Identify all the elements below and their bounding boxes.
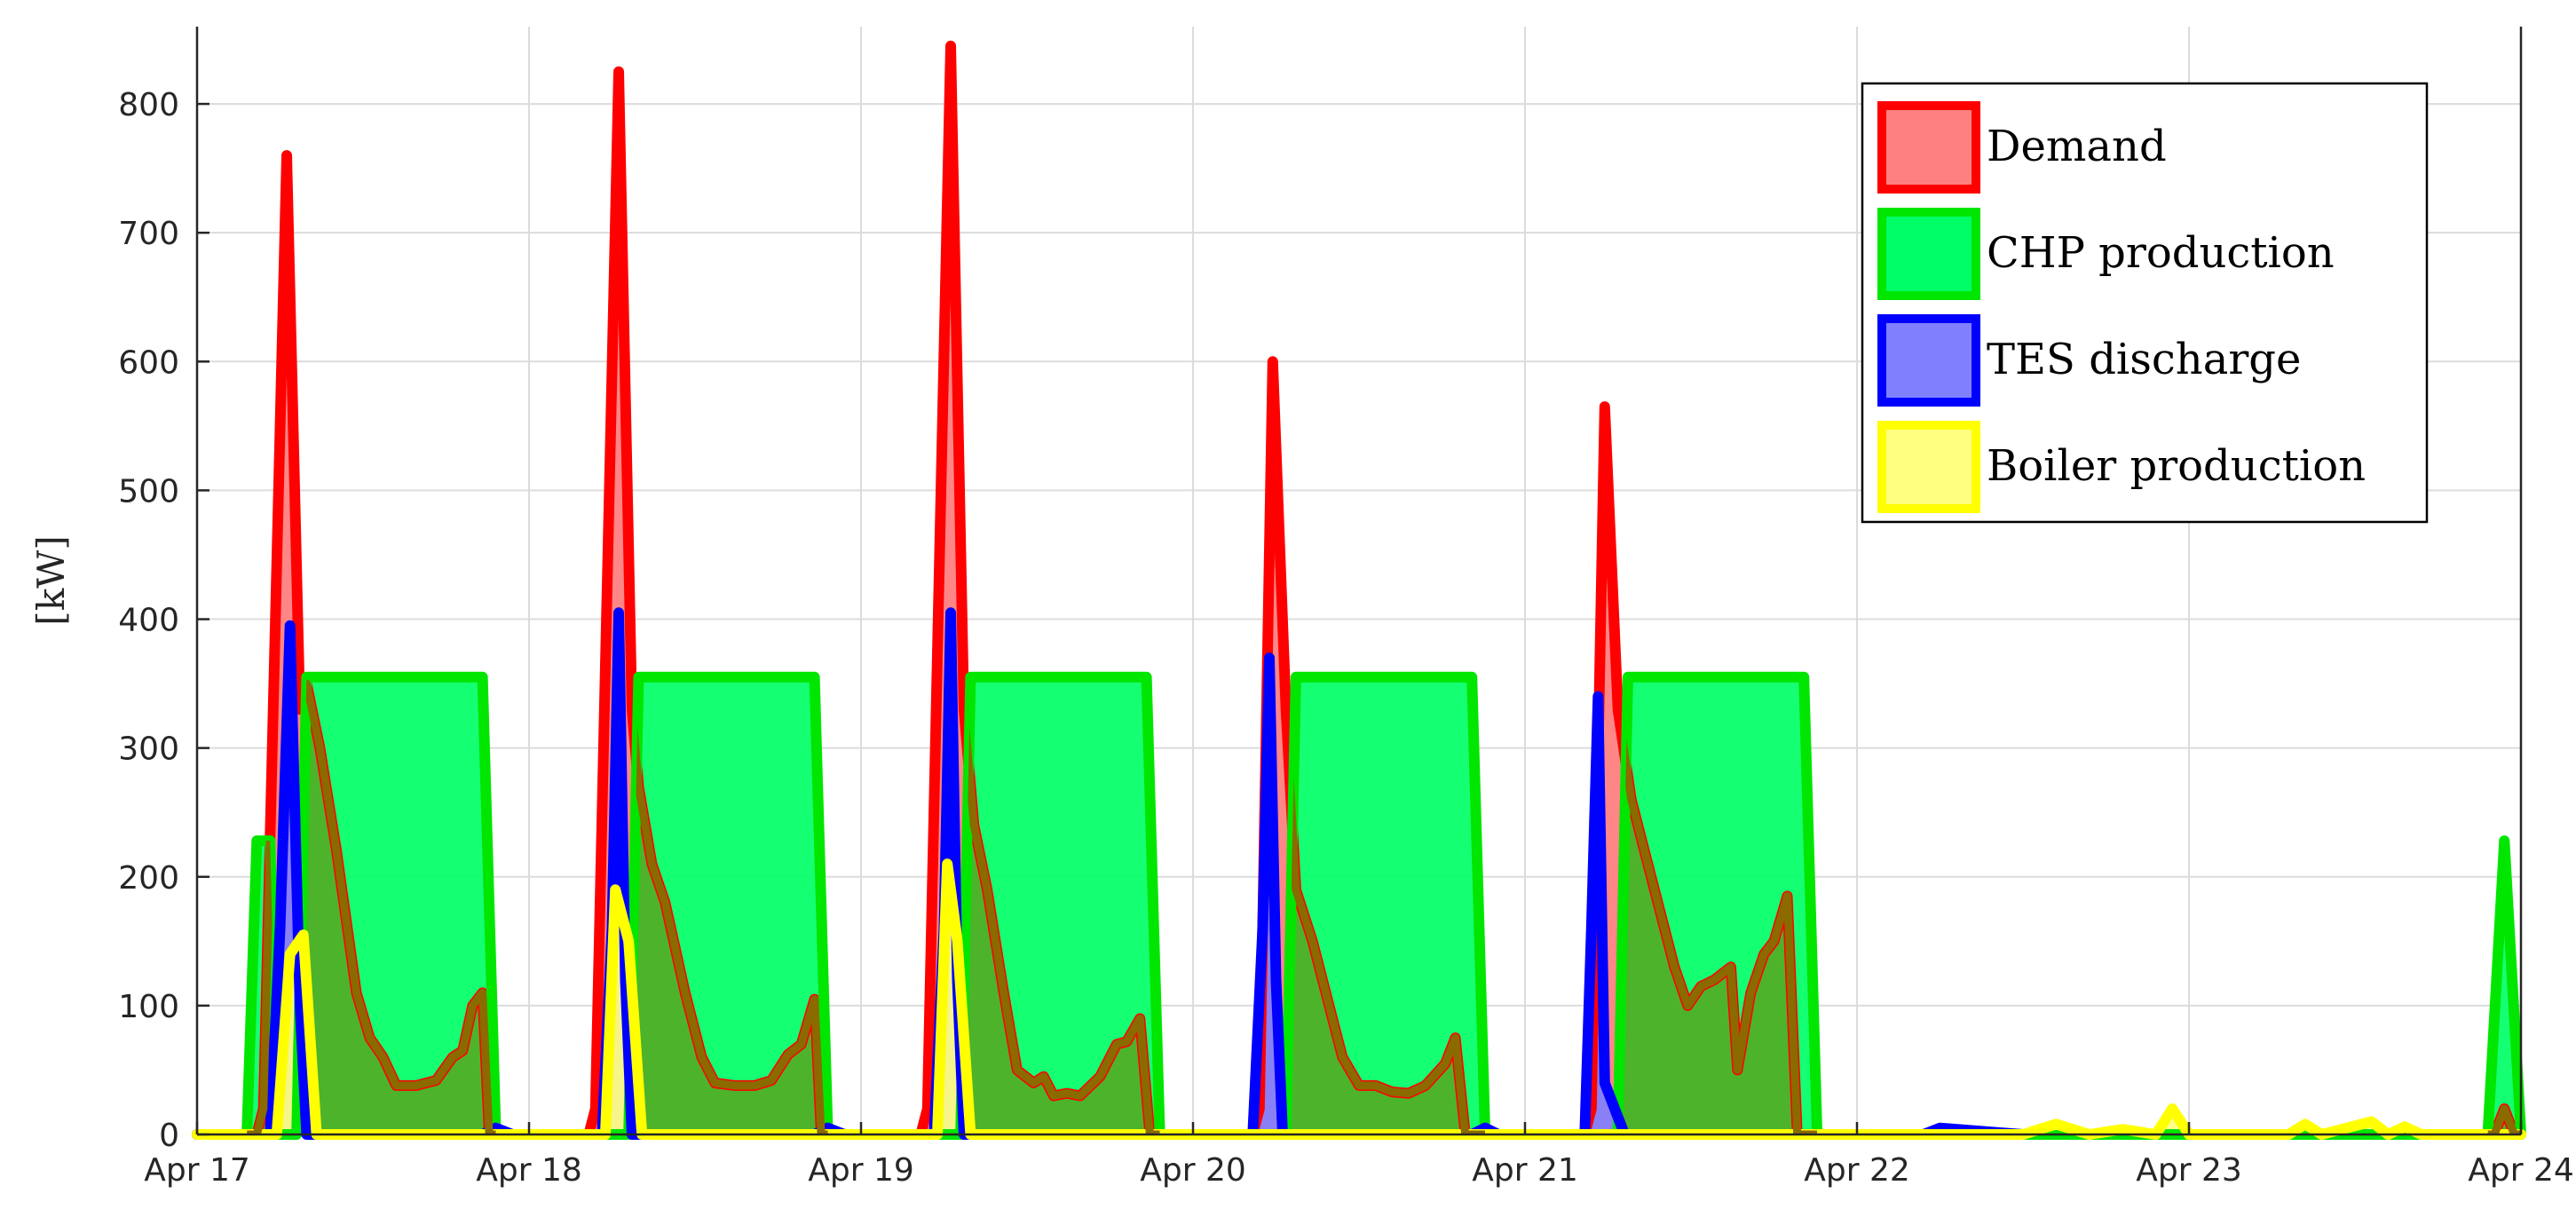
x-tick-label: Apr 21 [1472,1152,1578,1189]
legend-swatch-boiler-production [1877,421,1980,513]
y-tick-label: 800 [118,87,179,123]
y-tick-label: 500 [118,473,179,510]
x-tick-label: Apr 19 [808,1152,914,1189]
y-tick-label: 600 [118,344,179,381]
legend-label-chp-production: CHP production [1987,228,2335,278]
y-tick-label: 400 [118,603,179,639]
chp-production-area [197,676,2521,1134]
legend-label-demand: Demand [1987,122,2167,171]
legend-swatch-chp-production [1877,208,1980,300]
x-tick-label: Apr 18 [476,1152,582,1189]
x-tick-label: Apr 23 [2136,1152,2242,1189]
legend-swatch-tes-discharge [1877,314,1980,407]
y-tick-label: 200 [118,860,179,897]
legend-swatch-demand [1877,101,1980,194]
y-tick-label: 0 [159,1118,179,1154]
x-tick-label: Apr 24 [2468,1152,2574,1189]
x-tick-label: Apr 20 [1140,1152,1246,1189]
legend-label-boiler-production: Boiler production [1987,441,2366,491]
x-tick-label: Apr 17 [144,1152,250,1189]
x-tick-label: Apr 22 [1804,1152,1910,1189]
y-tick-label: 100 [118,989,179,1025]
y-tick-label: 300 [118,731,179,768]
legend: Demand CHP production TES discharge Boiler … [1861,82,2429,524]
y-axis-label: [kW] [29,535,73,625]
chart: 0 100 200 300 400 500 600 700 800 Apr 17 Apr 18 Apr… [29,27,2574,1189]
legend-label-tes-discharge: TES discharge [1987,335,2301,384]
y-tick-label: 700 [118,216,179,252]
